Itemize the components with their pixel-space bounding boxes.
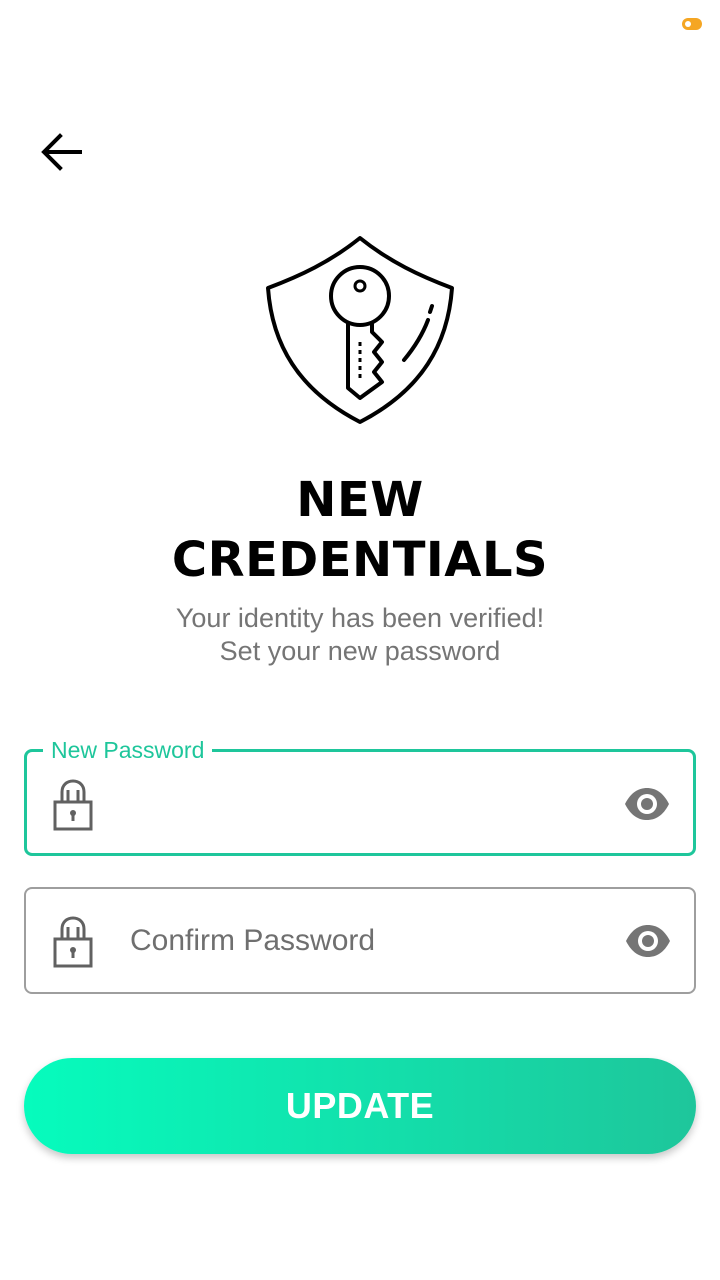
title-line-1: NEW [296, 472, 424, 528]
update-button[interactable]: UPDATE [24, 1058, 696, 1154]
lock-icon [53, 779, 93, 831]
new-credentials-screen: NEW CREDENTIALS Your identity has been v… [0, 0, 720, 1280]
page-subtitle: Your identity has been verified! Set you… [0, 602, 720, 668]
notification-badge-icon [682, 18, 702, 30]
back-button[interactable] [32, 122, 92, 182]
subtitle-line-2: Set your new password [219, 636, 501, 666]
title-line-2: CREDENTIALS [171, 532, 549, 588]
new-password-input[interactable] [129, 752, 603, 853]
page-title: NEW CREDENTIALS [0, 470, 720, 590]
shield-key-icon [266, 236, 454, 424]
subtitle-line-1: Your identity has been verified! [175, 603, 545, 633]
eye-icon[interactable] [623, 786, 671, 822]
confirm-password-input[interactable] [128, 889, 604, 992]
arrow-left-icon [41, 133, 82, 171]
eye-icon[interactable] [624, 923, 672, 959]
new-password-field: New Password [24, 733, 696, 856]
lock-icon [53, 916, 93, 968]
confirm-password-field [24, 887, 696, 994]
